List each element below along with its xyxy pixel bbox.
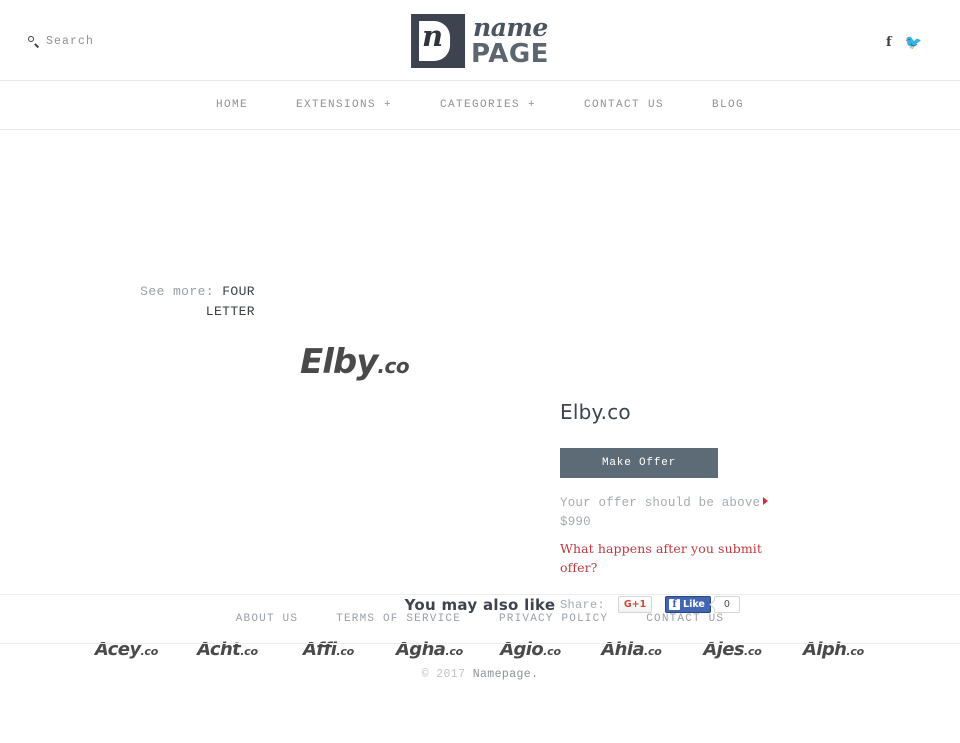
footer-link-contact-us[interactable]: CONTACT US bbox=[627, 613, 743, 625]
logo-page-word: PAGE bbox=[471, 38, 549, 69]
site-logo[interactable]: n name PAGE bbox=[411, 13, 549, 68]
logo-name-word: name bbox=[473, 12, 548, 42]
footer-link-about-us[interactable]: ABOUT US bbox=[217, 613, 317, 625]
copyright: © 2017 Namepage. bbox=[0, 668, 960, 681]
search-button[interactable]: Search bbox=[28, 35, 94, 48]
make-offer-button[interactable]: Make Offer bbox=[560, 448, 718, 478]
copyright-brand: Namepage. bbox=[472, 668, 539, 681]
search-label: Search bbox=[46, 35, 95, 48]
nav-item-extensions[interactable]: EXTENSIONS + bbox=[272, 99, 416, 111]
footer-link-privacy-policy[interactable]: PRIVACY POLICY bbox=[480, 613, 627, 625]
search-icon bbox=[28, 36, 39, 47]
footer-navigation: ABOUT US TERMS OF SERVICE PRIVACY POLICY… bbox=[0, 595, 960, 644]
footer-link-terms-of-service[interactable]: TERMS OF SERVICE bbox=[317, 613, 480, 625]
main-navigation: HOME EXTENSIONS + CATEGORIES + CONTACT U… bbox=[0, 81, 960, 130]
offer-process-link[interactable]: What happens after you submit offer? bbox=[560, 539, 770, 577]
logo-mark-icon: n bbox=[411, 13, 466, 68]
nav-item-home[interactable]: HOME bbox=[192, 99, 272, 111]
see-more-category-link[interactable]: FOUR LETTER bbox=[206, 284, 255, 319]
domain-detail-panel: Elby.co Make Offer Your offer should be … bbox=[560, 400, 890, 613]
logo-wordmark: name PAGE bbox=[471, 15, 549, 67]
main-content: See more: FOUR LETTER Elby.co Elby.co Ma… bbox=[0, 130, 960, 660]
domain-logo-art: Elby.co bbox=[300, 342, 410, 382]
twitter-icon[interactable]: 🐦 bbox=[905, 35, 922, 49]
domain-logo-tld: .co bbox=[377, 354, 410, 378]
nav-item-blog[interactable]: BLOG bbox=[688, 99, 768, 111]
see-more-label: See more: bbox=[140, 284, 214, 299]
domain-logo-name: Elby bbox=[300, 342, 378, 382]
note-marker-icon bbox=[763, 497, 768, 505]
top-bar: Search n name PAGE f 🐦 bbox=[0, 0, 960, 81]
footer: ABOUT US TERMS OF SERVICE PRIVACY POLICY… bbox=[0, 594, 960, 681]
page-title: Elby.co bbox=[560, 400, 631, 424]
offer-minimum-note: Your offer should be above $990 What hap… bbox=[560, 494, 770, 577]
facebook-icon[interactable]: f bbox=[886, 36, 892, 49]
logo-mark-letter: n bbox=[422, 18, 444, 53]
copyright-year: © 2017 bbox=[421, 668, 466, 681]
nav-item-contact-us[interactable]: CONTACT US bbox=[560, 99, 688, 111]
see-more-block: See more: FOUR LETTER bbox=[105, 282, 255, 322]
nav-item-categories[interactable]: CATEGORIES + bbox=[416, 99, 560, 111]
social-links: f 🐦 bbox=[886, 35, 922, 49]
offer-minimum-text: Your offer should be above $990 bbox=[560, 496, 761, 529]
